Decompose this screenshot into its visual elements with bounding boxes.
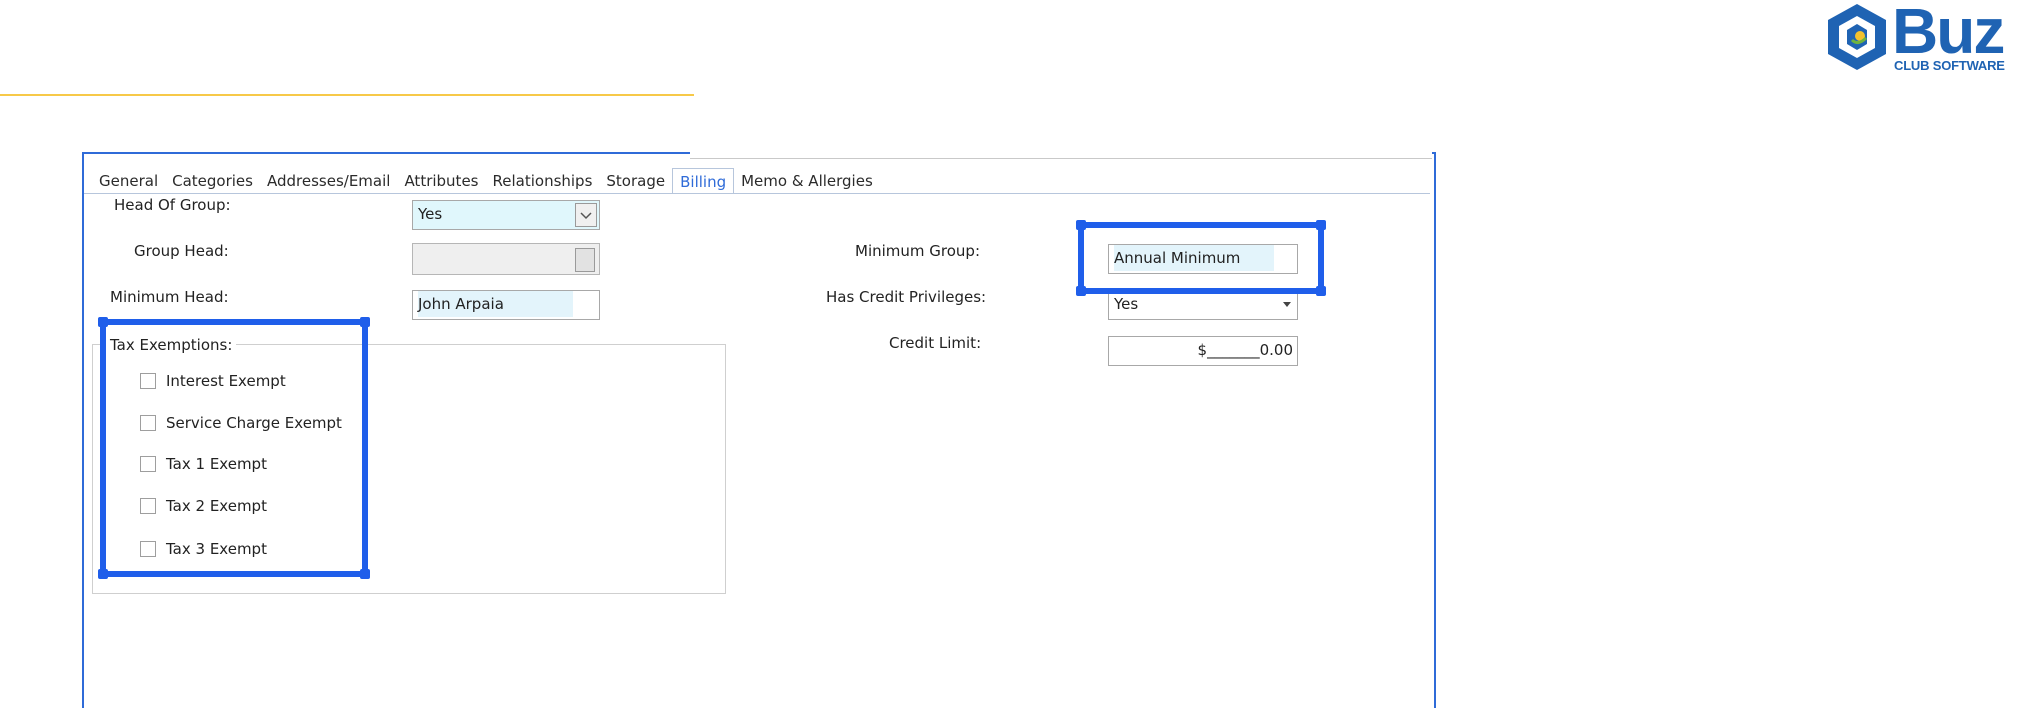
has-credit-privileges-select[interactable]: Yes (1108, 290, 1298, 320)
head-of-group-value: Yes (418, 205, 443, 223)
group-head-label: Group Head: (134, 242, 229, 260)
tab-relationships[interactable]: Relationships (486, 168, 600, 194)
caret-down-icon (1283, 302, 1291, 307)
minimum-head-field[interactable]: John Arpaia (412, 290, 600, 320)
highlight-handle (360, 317, 370, 327)
tab-underline (84, 193, 1430, 194)
window-top-strip (690, 152, 1432, 159)
tax-exemptions-highlight (98, 317, 370, 579)
accent-divider (0, 94, 694, 96)
tab-categories[interactable]: Categories (165, 168, 260, 194)
group-head-lookup-button[interactable] (575, 248, 595, 272)
minimum-group-label: Minimum Group: (855, 242, 981, 260)
group-head-field[interactable] (412, 243, 600, 275)
tab-billing[interactable]: Billing (672, 168, 735, 194)
head-of-group-label: Head Of Group: (114, 196, 231, 214)
highlight-handle (1076, 220, 1086, 230)
highlight-handle (1316, 220, 1326, 230)
has-credit-privileges-value: Yes (1114, 295, 1139, 313)
tab-general[interactable]: General (92, 168, 165, 194)
head-of-group-dropdown-button[interactable] (575, 203, 597, 227)
highlight-handle (1316, 286, 1326, 296)
tab-memo-allergies[interactable]: Memo & Allergies (734, 168, 880, 194)
credit-limit-label: Credit Limit: (889, 334, 982, 352)
has-credit-privileges-label: Has Credit Privileges: (826, 288, 987, 306)
buz-logo: Buz CLUB SOFTWARE (1822, 0, 2020, 76)
tab-addresses-email[interactable]: Addresses/Email (260, 168, 397, 194)
credit-limit-field[interactable]: $_______0.00 (1108, 336, 1298, 366)
buz-hexagon-icon (1828, 4, 1886, 70)
credit-limit-value: $_______0.00 (1197, 341, 1293, 359)
highlight-handle (360, 569, 370, 579)
minimum-head-label: Minimum Head: (110, 288, 229, 306)
highlight-handle (98, 569, 108, 579)
tab-bar: General Categories Addresses/Email Attri… (92, 168, 880, 194)
head-of-group-select[interactable]: Yes (412, 200, 600, 230)
highlight-handle (1076, 286, 1086, 296)
minimum-head-value: John Arpaia (418, 291, 573, 317)
logo-tagline: CLUB SOFTWARE (1894, 58, 2005, 73)
minimum-group-highlight (1076, 220, 1326, 296)
tab-attributes[interactable]: Attributes (397, 168, 485, 194)
tab-storage[interactable]: Storage (599, 168, 672, 194)
chevron-down-icon (580, 212, 592, 220)
highlight-handle (98, 317, 108, 327)
